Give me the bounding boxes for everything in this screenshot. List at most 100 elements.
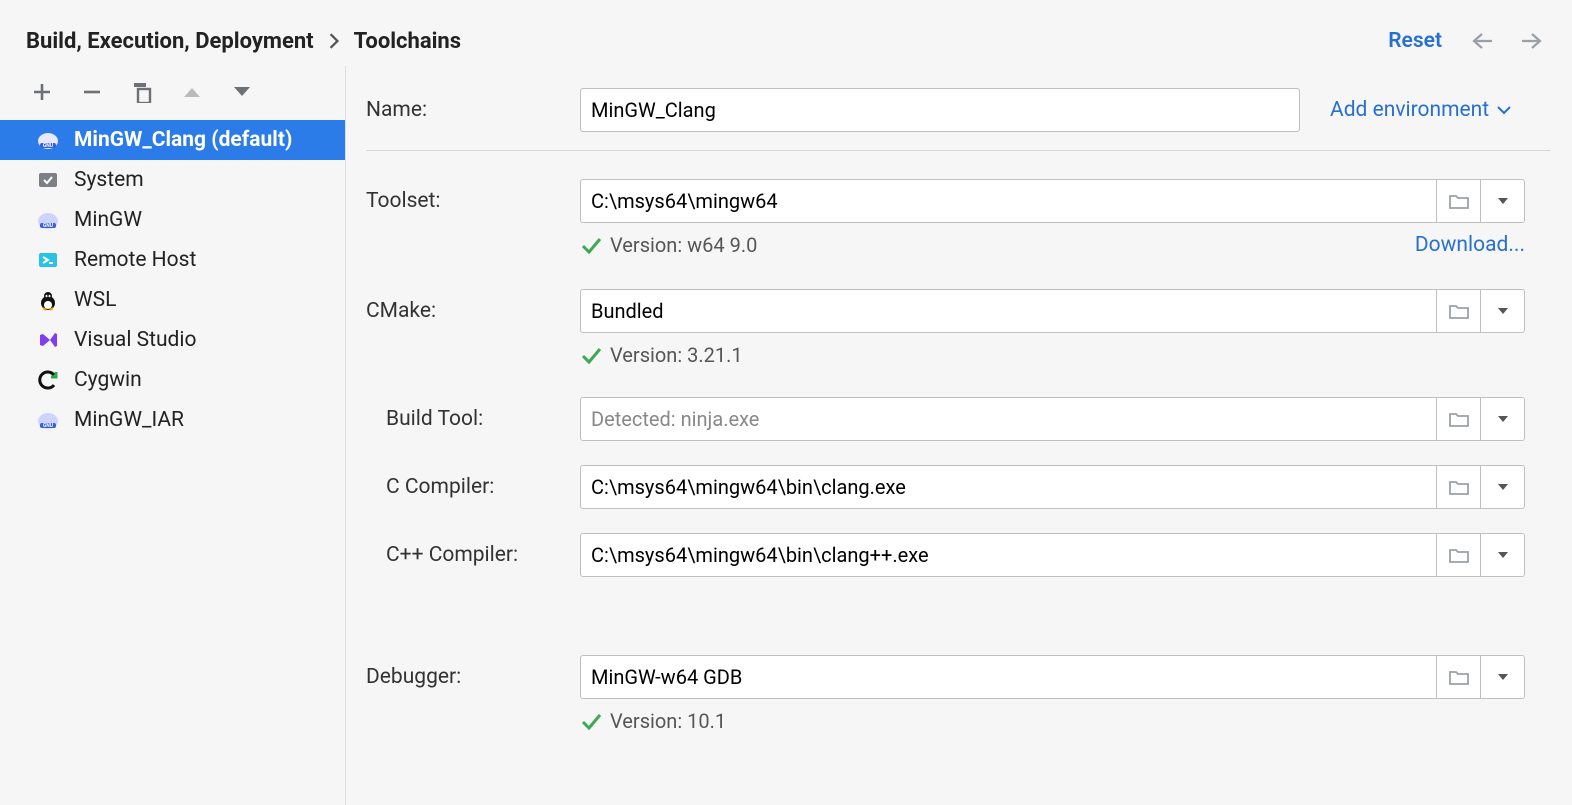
debugger-label: Debugger: <box>366 665 568 689</box>
system-icon <box>36 168 60 192</box>
breadcrumb: Build, Execution, Deployment Toolchains <box>26 29 461 54</box>
dropdown-icon[interactable] <box>1480 534 1524 576</box>
add-icon[interactable] <box>30 80 54 104</box>
nav-back-icon[interactable] <box>1468 27 1496 55</box>
toolset-field <box>580 179 1525 223</box>
buildtool-row: Build Tool: <box>366 397 1550 441</box>
debugger-version: Version: 10.1 <box>610 709 726 733</box>
debugger-row: Debugger: <box>366 655 1550 699</box>
dropdown-icon[interactable] <box>1480 180 1524 222</box>
cmake-row: CMake: <box>366 289 1550 333</box>
tux-icon <box>36 288 60 312</box>
toolchain-details: Name: Add environment Toolset: <box>346 66 1572 805</box>
toolchain-item-label: WSL <box>74 288 116 312</box>
toolchain-item-label: MinGW <box>74 208 142 232</box>
divider <box>366 150 1550 151</box>
name-label: Name: <box>366 98 568 122</box>
browse-folder-icon[interactable] <box>1436 180 1480 222</box>
name-input[interactable] <box>580 88 1300 132</box>
breadcrumb-current: Toolchains <box>354 29 461 54</box>
add-environment-link[interactable]: Add environment <box>1330 98 1511 122</box>
svg-text:GNU: GNU <box>43 223 54 229</box>
toolchain-item-system[interactable]: System <box>0 160 345 200</box>
toolset-status-row: Version: w64 9.0 Download... <box>580 233 1525 257</box>
cygwin-icon <box>36 368 60 392</box>
debugger-field <box>580 655 1525 699</box>
toolchain-item-wsl[interactable]: WSL <box>0 280 345 320</box>
toolchain-item-label: Visual Studio <box>74 328 196 352</box>
move-down-icon[interactable] <box>230 80 254 104</box>
cmake-status: Version: 3.21.1 <box>580 343 1550 367</box>
toolchain-sidebar: GNU MinGW_Clang (default) System GNU Min… <box>0 66 346 805</box>
remote-icon <box>36 248 60 272</box>
dropdown-icon[interactable] <box>1480 398 1524 440</box>
header-actions: Reset <box>1388 27 1546 55</box>
check-icon <box>580 710 602 732</box>
cmake-input[interactable] <box>581 290 1436 332</box>
remove-icon[interactable] <box>80 80 104 104</box>
add-environment-label: Add environment <box>1330 98 1489 122</box>
cpp-compiler-field <box>580 533 1525 577</box>
cpp-compiler-row: C++ Compiler: <box>366 533 1550 577</box>
copy-icon[interactable] <box>130 80 154 104</box>
debugger-status: Version: 10.1 <box>580 709 1550 733</box>
check-icon <box>580 344 602 366</box>
gnu-icon: GNU <box>36 208 60 232</box>
chevron-down-icon <box>1497 105 1511 115</box>
browse-folder-icon[interactable] <box>1436 290 1480 332</box>
settings-header: Build, Execution, Deployment Toolchains … <box>0 0 1572 66</box>
c-compiler-label: C Compiler: <box>366 475 568 499</box>
breadcrumb-separator-icon <box>328 33 340 49</box>
move-up-icon[interactable] <box>180 80 204 104</box>
toolchain-list: GNU MinGW_Clang (default) System GNU Min… <box>0 120 345 440</box>
toolset-label: Toolset: <box>366 189 568 213</box>
svg-text:GNU: GNU <box>43 143 54 149</box>
toolchain-item-label: MinGW_Clang (default) <box>74 128 292 152</box>
toolchain-item-label: System <box>74 168 144 192</box>
buildtool-field <box>580 397 1525 441</box>
toolset-input[interactable] <box>581 180 1436 222</box>
toolchain-item-mingw[interactable]: GNU MinGW <box>0 200 345 240</box>
body: GNU MinGW_Clang (default) System GNU Min… <box>0 66 1572 805</box>
toolchain-item-remote-host[interactable]: Remote Host <box>0 240 345 280</box>
cmake-field <box>580 289 1525 333</box>
sidebar-tools <box>0 80 345 120</box>
visual-studio-icon <box>36 328 60 352</box>
cpp-compiler-label: C++ Compiler: <box>366 543 568 567</box>
cmake-version: Version: 3.21.1 <box>610 343 743 367</box>
gnu-icon: GNU <box>36 128 60 152</box>
toolchain-item-label: Remote Host <box>74 248 196 272</box>
toolchain-item-label: Cygwin <box>74 368 142 392</box>
name-row: Name: Add environment <box>366 78 1550 144</box>
toolset-row: Toolset: <box>366 179 1550 223</box>
cmake-label: CMake: <box>366 299 568 323</box>
browse-folder-icon[interactable] <box>1436 398 1480 440</box>
gnu-icon: GNU <box>36 408 60 432</box>
nav-arrows <box>1468 27 1546 55</box>
toolchain-item-mingw-clang[interactable]: GNU MinGW_Clang (default) <box>0 120 345 160</box>
browse-folder-icon[interactable] <box>1436 466 1480 508</box>
dropdown-icon[interactable] <box>1480 466 1524 508</box>
toolchain-item-mingw-iar[interactable]: GNU MinGW_IAR <box>0 400 345 440</box>
buildtool-input[interactable] <box>581 398 1436 440</box>
c-compiler-field <box>580 465 1525 509</box>
dropdown-icon[interactable] <box>1480 656 1524 698</box>
svg-text:GNU: GNU <box>43 423 54 429</box>
toolset-version: Version: w64 9.0 <box>610 233 757 257</box>
toolset-status: Version: w64 9.0 <box>580 233 757 257</box>
browse-folder-icon[interactable] <box>1436 534 1480 576</box>
cpp-compiler-input[interactable] <box>581 534 1436 576</box>
buildtool-label: Build Tool: <box>366 407 568 431</box>
toolchain-item-cygwin[interactable]: Cygwin <box>0 360 345 400</box>
download-link[interactable]: Download... <box>1415 233 1525 257</box>
reset-link[interactable]: Reset <box>1388 29 1442 53</box>
debugger-input[interactable] <box>581 656 1436 698</box>
c-compiler-row: C Compiler: <box>366 465 1550 509</box>
browse-folder-icon[interactable] <box>1436 656 1480 698</box>
dropdown-icon[interactable] <box>1480 290 1524 332</box>
c-compiler-input[interactable] <box>581 466 1436 508</box>
toolchain-item-visual-studio[interactable]: Visual Studio <box>0 320 345 360</box>
breadcrumb-parent[interactable]: Build, Execution, Deployment <box>26 29 314 54</box>
nav-forward-icon[interactable] <box>1518 27 1546 55</box>
toolchain-item-label: MinGW_IAR <box>74 408 184 432</box>
